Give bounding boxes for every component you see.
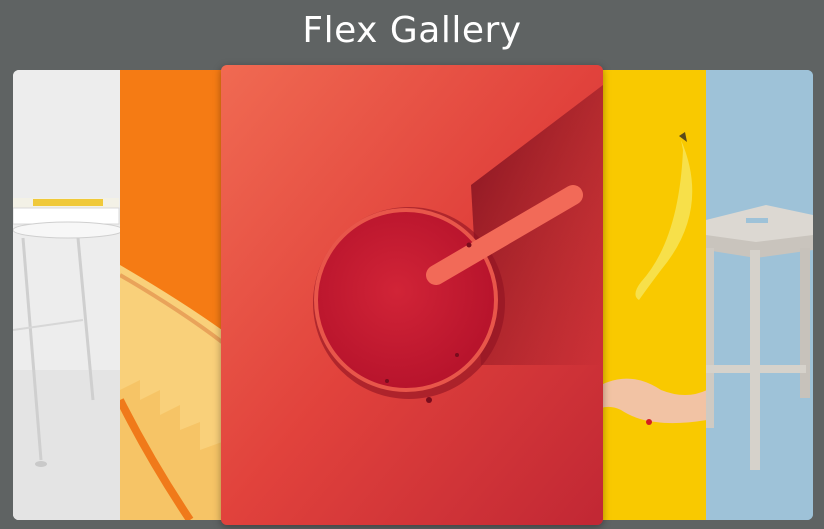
wooden-stool-image <box>706 70 813 520</box>
gallery-panel-white-stool[interactable] <box>13 70 121 520</box>
orange-staircase-image <box>120 70 222 520</box>
gallery-panel-banana[interactable] <box>601 70 707 520</box>
gallery-panel-orange-staircase[interactable] <box>120 70 222 520</box>
red-smoothie-image <box>221 65 603 525</box>
page-title: Flex Gallery <box>302 10 522 51</box>
gallery-panel-wooden-stool[interactable] <box>706 70 813 520</box>
white-stool-image <box>13 70 121 520</box>
gallery-panel-red-smoothie[interactable] <box>221 65 603 525</box>
banana-hand-image <box>601 70 707 520</box>
